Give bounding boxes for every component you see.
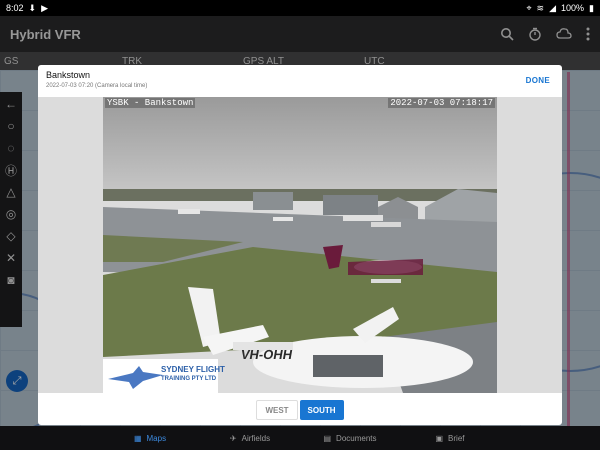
nav-airfields-label: Airfields [241,433,271,443]
nav-maps[interactable]: ▦ Maps [100,426,200,450]
webcam-dialog: Bankstown 2022-07-03 07:20 (Camera local… [38,65,562,425]
dialog-header: Bankstown 2022-07-03 07:20 (Camera local… [38,65,562,97]
nav-maps-label: Maps [146,433,167,443]
nav-documents[interactable]: ▤ Documents [300,426,400,450]
view-selector: WEST SOUTH [38,395,562,425]
documents-icon: ▤ [323,433,332,443]
dialog-subtitle: 2022-07-03 07:20 (Camera local time) [46,83,148,89]
done-button[interactable]: DONE [526,76,550,85]
airplane-icon: ✈ [229,433,237,443]
nav-brief-label: Brief [448,433,465,443]
wifi-icon: ≋ [536,2,545,13]
download-icon: ⬇ [28,2,37,13]
status-bar: 8:02 ⬇ ▶ ⌖ ≋ ◢ 100% ▮ [0,0,600,16]
dialog-title: Bankstown [46,70,91,80]
aircraft-registration: VH-OHH [239,347,294,362]
logo-line-1: Sydney Flight [161,365,225,374]
webcam-scene [103,97,497,393]
bottom-navigation: ▦ Maps ✈ Airfields ▤ Documents ▣ Brief [0,426,600,450]
battery-icon: ▮ [589,2,594,13]
signal-icon: ◢ [549,2,557,13]
nav-brief[interactable]: ▣ Brief [400,426,500,450]
map-icon: ▦ [133,433,142,443]
battery-level: 100% [561,3,585,13]
webcam-image-area: YSBK - Bankstown 2022-07-03 07:18:17 VH-… [38,97,562,393]
nav-airfields[interactable]: ✈ Airfields [200,426,300,450]
status-time: 8:02 [6,3,24,13]
south-view-button[interactable]: SOUTH [299,400,344,420]
camera-timestamp-overlay: 2022-07-03 07:18:17 [388,98,495,108]
location-icon: ⌖ [526,2,532,13]
briefcase-icon: ▣ [435,433,444,443]
nav-documents-label: Documents [336,433,377,443]
camera-name-overlay: YSBK - Bankstown [105,98,196,108]
west-view-button[interactable]: WEST [256,400,298,420]
logo-line-2: TRAINING PTY LTD [161,376,217,382]
webcam-image: YSBK - Bankstown 2022-07-03 07:18:17 VH-… [103,97,497,393]
youtube-icon: ▶ [41,2,48,13]
